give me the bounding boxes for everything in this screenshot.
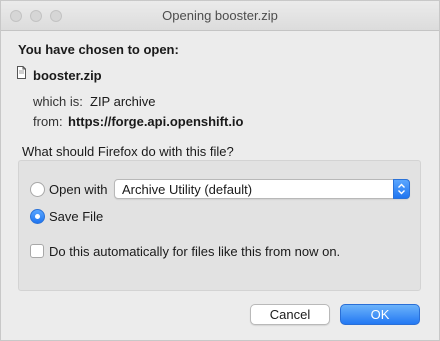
- action-question: What should Firefox do with this file?: [22, 144, 234, 159]
- ok-button[interactable]: OK: [340, 304, 420, 325]
- chevron-up-down-icon: [393, 179, 410, 199]
- auto-action-label[interactable]: Do this automatically for files like thi…: [49, 244, 340, 259]
- save-file-label[interactable]: Save File: [49, 209, 103, 224]
- file-name: booster.zip: [33, 68, 102, 83]
- title-bar: Opening booster.zip: [1, 1, 439, 31]
- save-file-radio[interactable]: [30, 209, 45, 224]
- open-with-app-select[interactable]: Archive Utility (default): [114, 179, 410, 199]
- file-source-value: https://forge.api.openshift.io: [68, 114, 244, 129]
- open-with-label[interactable]: Open with: [49, 182, 108, 197]
- chosen-heading: You have chosen to open:: [18, 42, 179, 57]
- open-with-radio[interactable]: [30, 182, 45, 197]
- open-with-app-value: Archive Utility (default): [122, 182, 253, 197]
- cancel-button[interactable]: Cancel: [250, 304, 330, 325]
- file-source-label: from:: [33, 114, 63, 129]
- window-title: Opening booster.zip: [162, 8, 278, 23]
- document-icon: [17, 66, 26, 79]
- auto-action-checkbox[interactable]: [30, 244, 44, 258]
- download-dialog: Opening booster.zip You have chosen to o…: [0, 0, 440, 341]
- file-type-value: ZIP archive: [90, 94, 156, 109]
- file-type-label: which is:: [33, 94, 83, 109]
